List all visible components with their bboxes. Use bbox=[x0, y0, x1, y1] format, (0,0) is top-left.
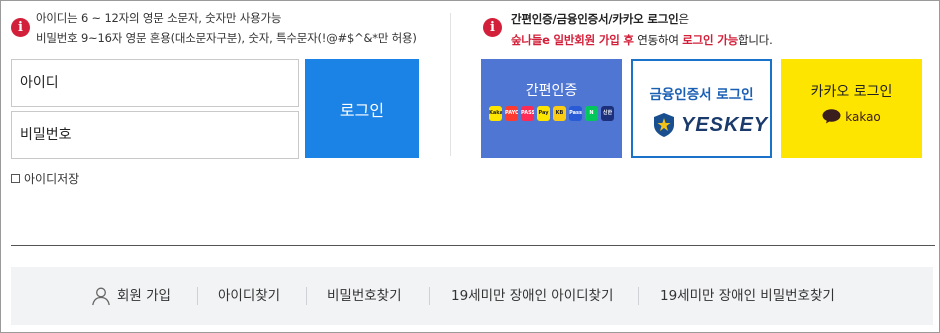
auth-provider-icon: KB bbox=[553, 106, 566, 121]
auth-provider-icon: PASS bbox=[521, 106, 534, 121]
login-possible-text: 로그인 가능 bbox=[682, 33, 738, 47]
login-button[interactable]: 로그인 bbox=[305, 59, 419, 158]
shield-icon bbox=[654, 113, 674, 137]
simple-auth-label: 간편인증 bbox=[525, 83, 578, 99]
id-rule-text: 아이디는 6 ~ 12자의 영문 소문자, 숫자만 사용가능 bbox=[36, 11, 282, 25]
checkbox-icon[interactable] bbox=[11, 174, 20, 183]
find-password-link[interactable]: 비밀번호찾기 bbox=[327, 267, 402, 325]
auth-provider-icon: Kakao bbox=[489, 106, 502, 121]
footer-separator bbox=[306, 287, 307, 305]
password-input[interactable]: 비밀번호 bbox=[11, 111, 299, 159]
save-id-label: 아이디저장 bbox=[24, 172, 80, 186]
footer-links-bar: 회원 가입 아이디찾기 비밀번호찾기 19세미만 장애인 아이디찾기 19세미만… bbox=[11, 267, 933, 325]
notice-suffix: 은 bbox=[678, 12, 690, 26]
vertical-divider bbox=[450, 13, 451, 156]
find-password-minor-disabled-link[interactable]: 19세미만 장애인 비밀번호찾기 bbox=[660, 267, 835, 325]
login-panel: i 아이디는 6 ~ 12자의 영문 소문자, 숫자만 사용가능 비밀번호 9~… bbox=[0, 0, 940, 333]
footer-separator bbox=[197, 287, 198, 305]
save-id-checkbox[interactable]: 아이디저장 bbox=[11, 170, 79, 187]
speech-bubble-icon bbox=[822, 109, 841, 124]
social-login-notice-line1: 간편인증/금융인증서/카카오 로그인은 bbox=[511, 11, 689, 27]
yeskey-logo: YESKEY bbox=[652, 112, 768, 138]
kakao-login-label: 카카오 로그인 bbox=[810, 84, 893, 100]
find-id-link[interactable]: 아이디찾기 bbox=[218, 267, 280, 325]
info-icon: i bbox=[483, 18, 502, 37]
notice-end: 합니다. bbox=[737, 33, 773, 47]
social-login-notice-line2: 숲나들e 일반회원 가입 후 연동하여 로그인 가능합니다. bbox=[511, 32, 773, 48]
find-id-minor-disabled-link[interactable]: 19세미만 장애인 아이디찾기 bbox=[451, 267, 613, 325]
user-icon bbox=[92, 287, 110, 306]
signup-label: 회원 가입 bbox=[117, 288, 171, 304]
financial-cert-login-button[interactable]: 금융인증서 로그인 YESKEY bbox=[631, 59, 772, 158]
password-rule-text: 비밀번호 9~16자 영문 혼용(대소문자구분), 숫자, 특수문자(!@#$^… bbox=[36, 31, 417, 45]
financial-cert-label: 금융인증서 로그인 bbox=[649, 87, 754, 103]
auth-provider-icon: N bbox=[585, 106, 598, 121]
info-icon: i bbox=[11, 18, 30, 37]
kakao-login-button[interactable]: 카카오 로그인 kakao bbox=[781, 59, 922, 158]
kakao-brand: kakao bbox=[781, 109, 922, 124]
footer-separator bbox=[429, 287, 430, 305]
horizontal-divider bbox=[11, 245, 935, 246]
notice-mid: 연동하여 bbox=[633, 33, 683, 47]
auth-provider-icon: 신한 bbox=[601, 106, 614, 121]
auth-provider-icon: Pass bbox=[569, 106, 582, 121]
auth-provider-icon: Pay bbox=[537, 106, 550, 121]
signup-link[interactable]: 회원 가입 bbox=[91, 267, 171, 325]
footer-separator bbox=[638, 287, 639, 305]
kakao-brand-text: kakao bbox=[845, 109, 881, 124]
auth-provider-icons: KakaoPAYCOPASSPayKBPassN신한 bbox=[489, 106, 614, 121]
auth-provider-icon: PAYCO bbox=[505, 106, 518, 121]
social-login-methods: 간편인증/금융인증서/카카오 로그인 bbox=[511, 12, 679, 26]
id-input[interactable]: 아이디 bbox=[11, 59, 299, 107]
signup-required-text: 숲나들e 일반회원 가입 후 bbox=[511, 33, 634, 47]
yeskey-text: YESKEY bbox=[681, 113, 769, 136]
simple-auth-button[interactable]: 간편인증 KakaoPAYCOPASSPayKBPassN신한 bbox=[481, 59, 622, 158]
